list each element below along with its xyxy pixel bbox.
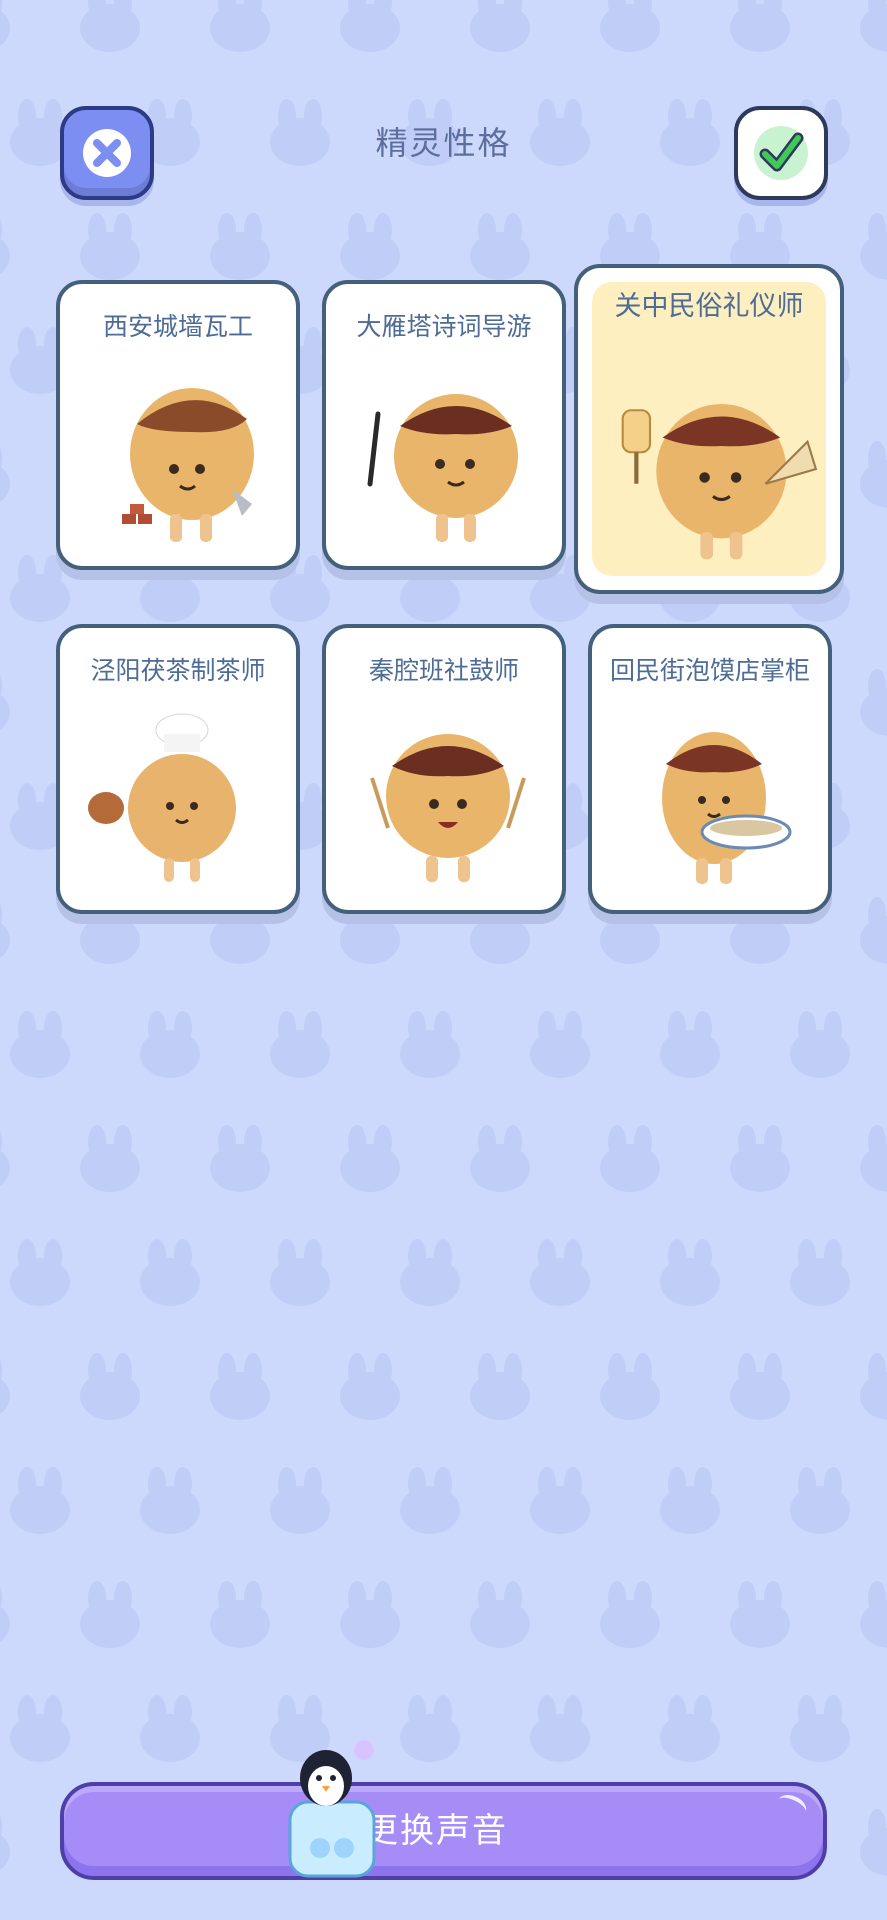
change-voice-label: 更换声音 <box>364 1811 508 1851</box>
personality-card-0[interactable]: 西安城墙瓦工 <box>56 280 300 570</box>
personality-name: 泾阳茯茶制茶师 <box>90 656 266 685</box>
personality-card-3[interactable]: 泾阳茯茶制茶师 <box>56 624 300 914</box>
button-shine <box>774 1790 810 1822</box>
personality-card-1[interactable]: 大雁塔诗词导游 <box>322 280 566 570</box>
bun-tea-maker-image <box>88 713 236 882</box>
close-icon <box>83 129 131 177</box>
personality-name: 回民街泡馍店掌柜 <box>609 656 810 685</box>
personality-card-4[interactable]: 秦腔班社鼓师 <box>322 624 566 914</box>
personality-card-5[interactable]: 回民街泡馍店掌柜 <box>588 624 832 914</box>
personality-name: 大雁塔诗词导游 <box>356 312 532 341</box>
personality-name: 秦腔班社鼓师 <box>368 656 519 685</box>
bun-poet-guide-image <box>367 394 518 542</box>
personality-name: 西安城墙瓦工 <box>102 312 253 341</box>
personality-card-2-selected[interactable]: 关中民俗礼仪师 <box>574 264 844 594</box>
personality-name: 关中民俗礼仪师 <box>614 291 804 322</box>
bun-drummer-image <box>370 734 526 882</box>
page-title: 精灵性格 <box>375 124 512 162</box>
bun-shopkeeper-image <box>662 732 792 884</box>
bun-mason-image <box>122 388 254 542</box>
confirm-button[interactable] <box>734 106 828 200</box>
penguin-mascot-icon <box>288 1740 376 1878</box>
bun-etiquette-master-image <box>621 403 818 560</box>
change-voice-button[interactable]: 更换声音 <box>60 1782 827 1880</box>
close-button[interactable] <box>60 106 154 200</box>
checkmark-icon <box>754 126 808 180</box>
